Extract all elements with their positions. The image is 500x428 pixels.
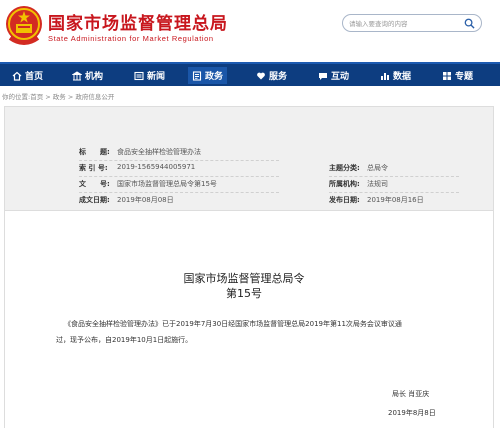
document-number: 第15号 [226, 287, 262, 300]
meta-agency-label: 所属机构: [329, 180, 360, 188]
meta-docno-label: 文 号: [79, 180, 110, 188]
nav-label: 政务 [205, 72, 224, 82]
nav-item-data[interactable]: 数据 [380, 67, 411, 84]
site-header: 国家市场监督管理总局 State Administration for Mark… [0, 0, 500, 62]
grid-icon [443, 71, 451, 80]
meta-docno-row: 文 号: 国家市场监督管理总局令第15号 [79, 179, 279, 193]
nav-item-government[interactable]: 政务 [188, 67, 228, 84]
search-box [342, 14, 482, 32]
meta-created-row: 成文日期: 2019年08月08日 [79, 195, 279, 209]
meta-category-label: 主题分类: [329, 164, 360, 172]
newspaper-icon [134, 71, 144, 80]
nav-item-interaction[interactable]: 互动 [318, 67, 349, 84]
nav-label: 互动 [331, 72, 350, 82]
breadcrumb-home-link[interactable]: 首页 [30, 93, 43, 101]
breadcrumb-separator: > [65, 93, 76, 101]
meta-index-label: 索 引 号: [79, 164, 108, 172]
nav-label: 首页 [25, 72, 44, 82]
government-icon [192, 70, 202, 81]
document-date: 2019年8月8日 [388, 409, 436, 417]
meta-index-value: 2019-1565944005971 [117, 163, 196, 171]
document-signer: 局长 肖亚庆 [392, 390, 430, 398]
nav-label: 服务 [269, 72, 288, 82]
meta-published-row: 发布日期: 2019年08月16日 [329, 195, 459, 209]
building-icon [72, 70, 82, 80]
nav-item-topics[interactable]: 专题 [442, 67, 473, 84]
meta-category-value: 总局令 [367, 164, 388, 172]
bar-chart-icon [381, 72, 389, 80]
meta-title-value: 食品安全抽样检验管理办法 [117, 148, 201, 156]
document-paragraph-line2: 过，现予公布，自2019年10月1日起施行。 [56, 336, 193, 344]
national-emblem-icon [6, 6, 42, 45]
breadcrumb-current-link[interactable]: 政府信息公开 [75, 93, 114, 101]
heart-hands-icon [257, 72, 265, 79]
meta-agency-value: 法规司 [367, 180, 388, 188]
breadcrumb-prefix: 你的位置: [2, 93, 31, 101]
document-issuer: 国家市场监督管理总局令 [183, 272, 305, 285]
meta-title-label: 标 题: [79, 148, 110, 156]
document-frame: 标 题: 食品安全抽样检验管理办法 索 引 号: 2019-1565944005… [4, 106, 494, 428]
meta-published-label: 发布日期: [329, 196, 360, 204]
search-input[interactable] [349, 17, 455, 30]
meta-created-value: 2019年08月08日 [117, 196, 174, 204]
document-paragraph-line1: 《食品安全抽样检验管理办法》已于2019年7月30日经国家市场监督管理总局201… [64, 320, 402, 328]
breadcrumb-separator: > [43, 93, 53, 101]
nav-item-institution[interactable]: 机构 [72, 67, 103, 84]
meta-category-row: 主题分类: 总局令 [329, 163, 459, 177]
search-icon[interactable] [464, 18, 475, 29]
meta-title-row: 标 题: 食品安全抽样检验管理办法 [79, 147, 279, 161]
nav-label: 专题 [455, 72, 474, 82]
nav-label: 新闻 [147, 72, 166, 82]
meta-created-label: 成文日期: [79, 196, 110, 204]
nav-label: 机构 [85, 72, 104, 82]
site-subtitle: State Administration for Market Regulati… [48, 34, 214, 43]
main-nav: 首页 机构 新闻 政务 服务 互动 数据 专题 [0, 62, 500, 86]
nav-label: 数据 [393, 72, 412, 82]
nav-item-service[interactable]: 服务 [256, 67, 287, 84]
meta-docno-value: 国家市场监督管理总局令第15号 [117, 180, 217, 188]
document-meta-panel: 标 题: 食品安全抽样检验管理办法 索 引 号: 2019-1565944005… [5, 107, 493, 211]
chat-icon [319, 72, 327, 80]
meta-agency-row: 所属机构: 法规司 [329, 179, 459, 193]
nav-item-news[interactable]: 新闻 [134, 67, 165, 84]
meta-published-value: 2019年08月16日 [367, 196, 424, 204]
meta-index-row: 索 引 号: 2019-1565944005971 [79, 163, 279, 177]
breadcrumb: 你的位置:首页 > 政务 > 政府信息公开 [2, 91, 114, 101]
home-icon [12, 71, 22, 81]
site-title: 国家市场监督管理总局 [48, 14, 228, 34]
breadcrumb-section-link[interactable]: 政务 [53, 93, 66, 101]
nav-item-home[interactable]: 首页 [12, 67, 43, 84]
